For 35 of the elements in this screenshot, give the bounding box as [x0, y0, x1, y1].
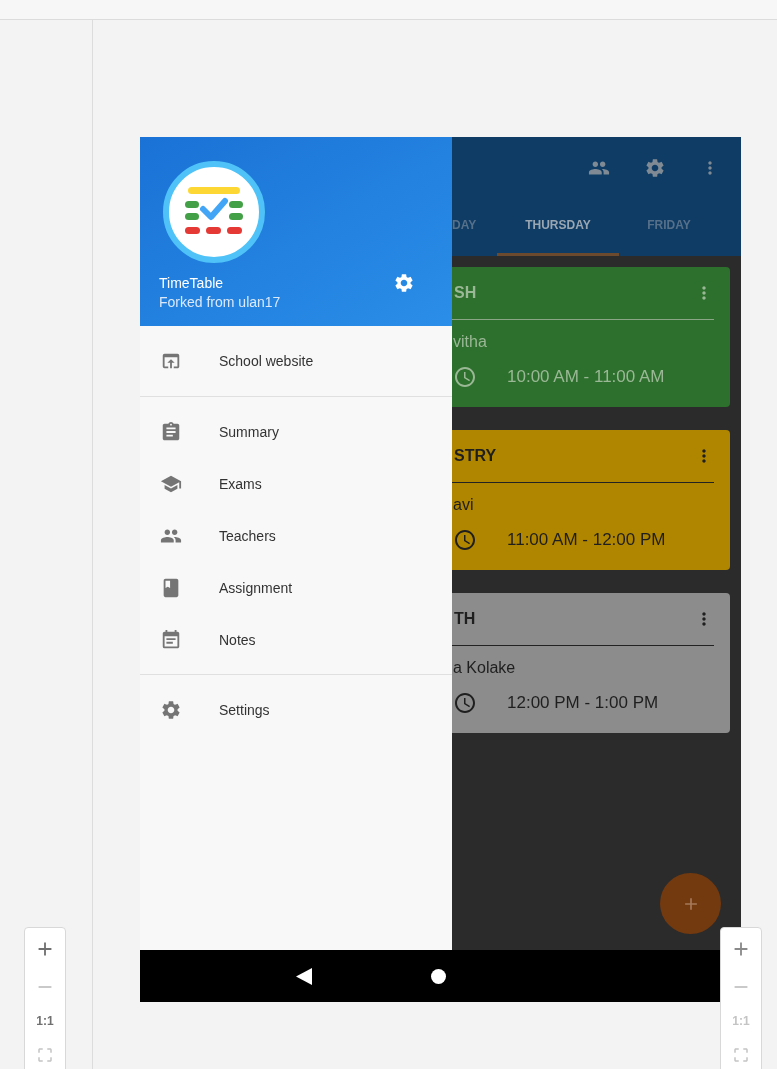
app-subtitle: Forked from ulan17 [159, 293, 281, 312]
drawer-menu-item[interactable]: Summary [140, 406, 452, 458]
clock-icon [453, 690, 477, 715]
day-tab[interactable]: THURSDAY [497, 197, 619, 256]
home-icon[interactable] [431, 968, 446, 984]
back-icon[interactable] [296, 967, 312, 985]
class-time: 11:00 AM - 12:00 PM [507, 529, 666, 551]
class-time: 10:00 AM - 11:00 AM [507, 366, 665, 388]
app-name: TimeTable [159, 274, 225, 293]
drawer-menu-item[interactable]: Exams [140, 458, 452, 510]
drawer-menu-item[interactable]: School website [140, 326, 452, 396]
drawer-menu-item[interactable]: Notes [140, 614, 452, 666]
subject-title: SH [453, 283, 477, 303]
calendar-icon [160, 629, 182, 651]
settings-icon[interactable] [393, 272, 415, 294]
drawer-menu-item[interactable]: Assignment [140, 562, 452, 614]
settings-icon[interactable] [644, 157, 666, 179]
class-time: 12:00 PM - 1:00 PM [507, 692, 659, 714]
clipboard-icon [160, 421, 182, 443]
settings-icon [160, 699, 182, 721]
teacher-name: avi [452, 495, 475, 515]
class-card[interactable]: SH vitha 10:00 AM - 11:00 AM [452, 267, 730, 407]
class-card[interactable]: TH a Kolake 12:00 PM - 1:00 PM [452, 593, 730, 733]
clock-icon [453, 527, 477, 552]
subject-title: TH [453, 609, 476, 629]
teacher-name: a Kolake [452, 658, 517, 678]
teacher-name: vitha [452, 332, 488, 352]
graduation-cap-icon [160, 473, 182, 495]
class-card[interactable]: STRY avi 11:00 AM - 12:00 PM [452, 430, 730, 570]
logo-icon [163, 161, 265, 263]
clock-icon [453, 364, 477, 389]
drawer-menu-item[interactable]: Settings [140, 684, 452, 736]
subject-title: STRY [453, 446, 497, 466]
drawer-menu-item[interactable]: Teachers [140, 510, 452, 562]
actual-size-button[interactable]: 1:1 [36, 1012, 54, 1030]
